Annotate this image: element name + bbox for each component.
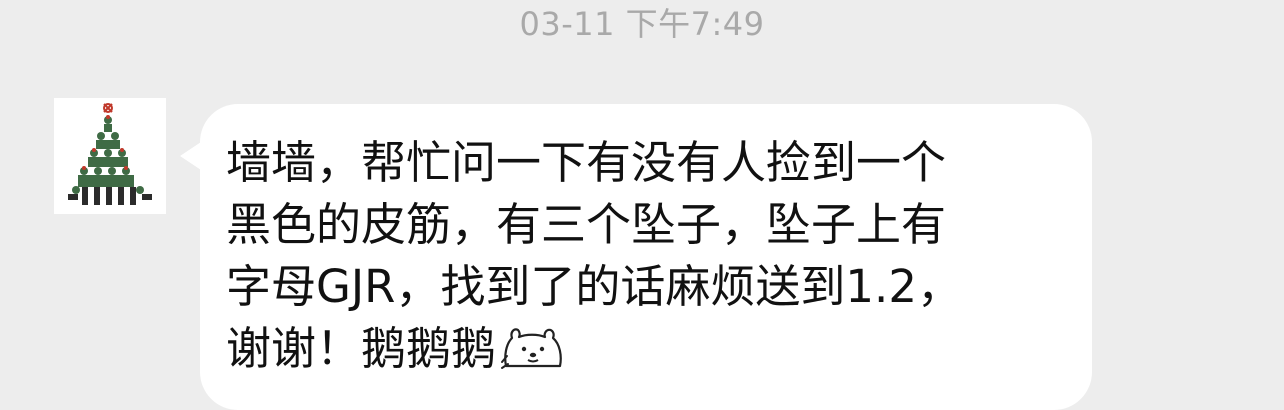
message-line-last: 谢谢！鹅鹅鹅 xyxy=(226,318,1066,390)
message-line: 字母GJR，找到了的话麻烦送到1.2， xyxy=(226,260,962,313)
bear-face-emoji-icon xyxy=(500,322,568,390)
message-line: 墙墙，帮忙问一下有没有人捡到一个 xyxy=(226,136,947,189)
message-text: 墙墙，帮忙问一下有没有人捡到一个 黑色的皮筋，有三个坠子，坠子上有 字母GJR，… xyxy=(226,132,1066,390)
message-timestamp: 03-11 下午7:49 xyxy=(519,5,765,43)
avatar-image-icon xyxy=(54,98,166,214)
message-line-text: 谢谢！鹅鹅鹅 xyxy=(226,322,497,375)
sender-avatar[interactable] xyxy=(54,98,166,214)
message-line: 黑色的皮筋，有三个坠子，坠子上有 xyxy=(226,198,947,251)
